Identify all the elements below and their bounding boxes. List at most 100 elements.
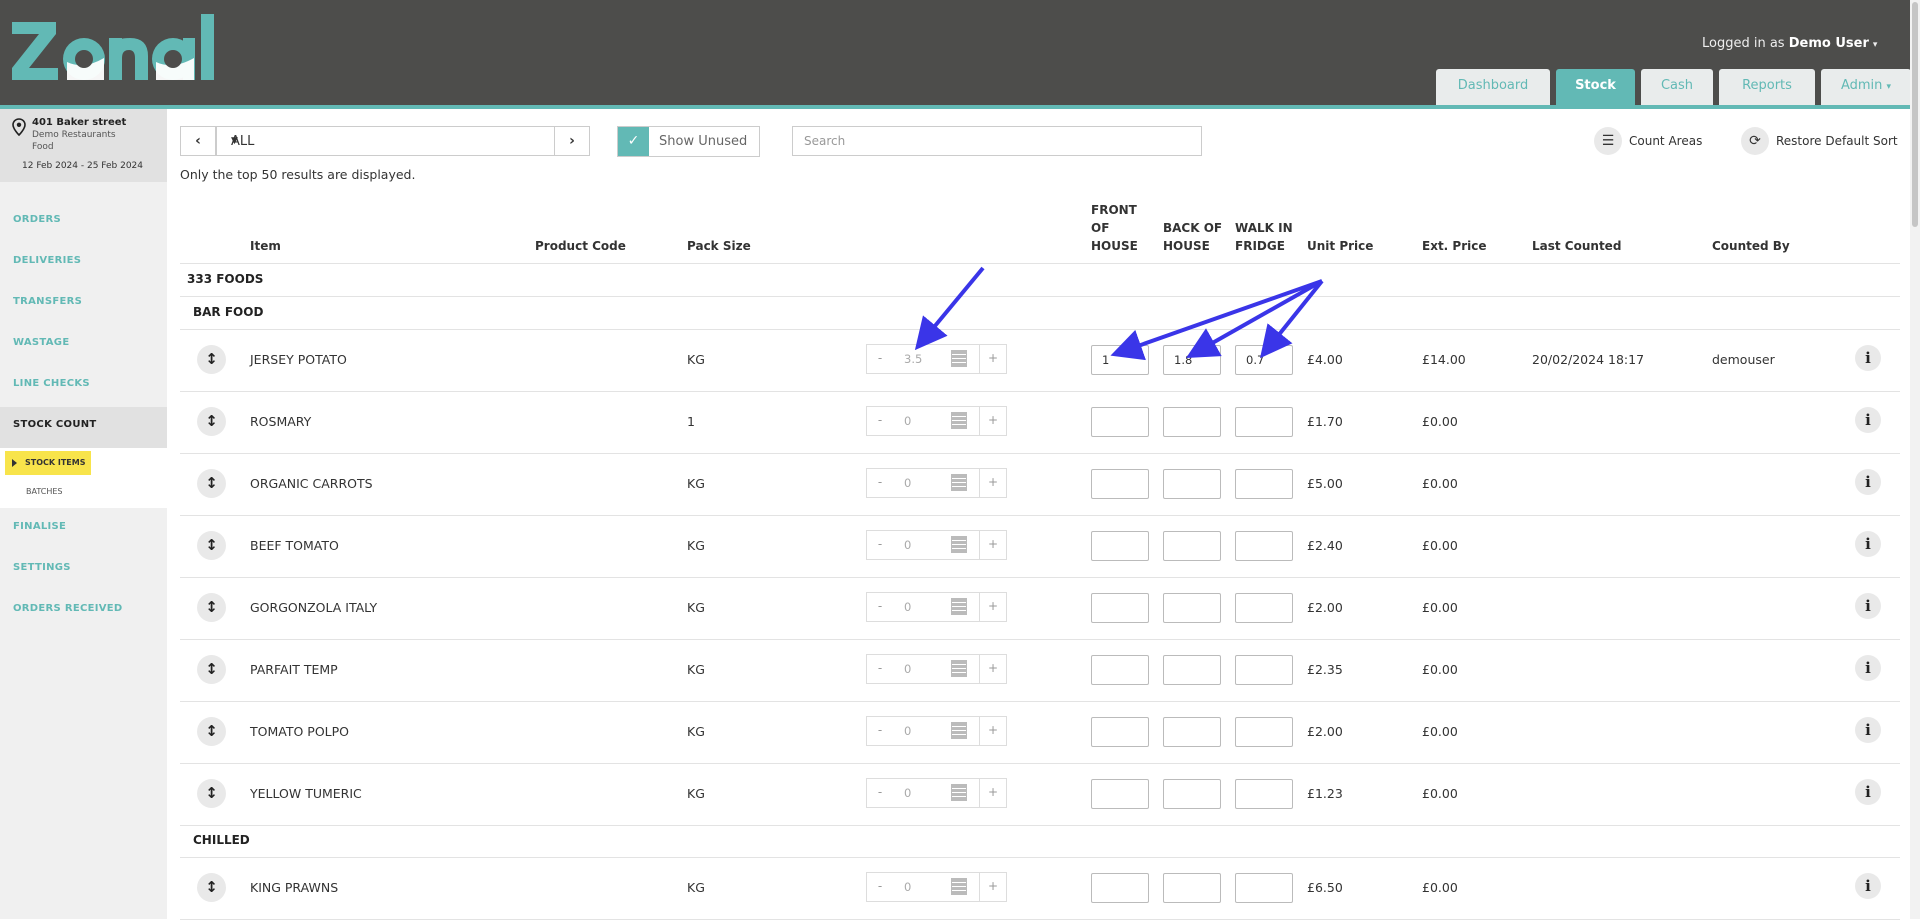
walk-in-fridge-input[interactable]: 0.7 (1235, 345, 1293, 375)
decrement-button[interactable]: - (866, 592, 894, 622)
back-of-house-input[interactable] (1163, 873, 1221, 903)
column-header-ext-price[interactable]: Ext. Price (1422, 237, 1487, 255)
walk-in-fridge-input[interactable] (1235, 779, 1293, 809)
front-of-house-input[interactable] (1091, 873, 1149, 903)
drag-handle[interactable]: ↕ (197, 717, 226, 746)
walk-in-fridge-input[interactable] (1235, 593, 1293, 623)
decrement-button[interactable]: - (866, 530, 894, 560)
back-of-house-input[interactable] (1163, 469, 1221, 499)
location-panel[interactable]: 401 Baker street Demo Restaurants Food 1… (0, 109, 167, 182)
drag-handle[interactable]: ↕ (197, 779, 226, 808)
column-header-product-code[interactable]: Product Code (535, 237, 626, 255)
calculator-icon[interactable] (951, 878, 967, 895)
quantity-stepper[interactable]: -0 + (866, 654, 1007, 684)
column-header-back-of-house[interactable]: BACK OF HOUSE (1163, 219, 1222, 255)
calculator-icon[interactable] (951, 660, 967, 677)
drag-handle[interactable]: ↕ (197, 873, 226, 902)
column-header-front-of-house[interactable]: FRONT OF HOUSE (1091, 201, 1138, 255)
info-button[interactable]: i (1855, 593, 1881, 619)
info-button[interactable]: i (1855, 655, 1881, 681)
quantity-stepper[interactable]: -0 + (866, 872, 1007, 902)
increment-button[interactable]: + (979, 344, 1007, 374)
back-of-house-input[interactable] (1163, 407, 1221, 437)
decrement-button[interactable]: - (866, 778, 894, 808)
info-button[interactable]: i (1855, 779, 1881, 805)
walk-in-fridge-input[interactable] (1235, 469, 1293, 499)
increment-button[interactable]: + (979, 872, 1007, 902)
previous-button[interactable]: ‹ (180, 126, 216, 156)
increment-button[interactable]: + (979, 778, 1007, 808)
calculator-icon[interactable] (951, 474, 967, 491)
info-button[interactable]: i (1855, 407, 1881, 433)
walk-in-fridge-input[interactable] (1235, 873, 1293, 903)
increment-button[interactable]: + (979, 406, 1007, 436)
front-of-house-input[interactable] (1091, 655, 1149, 685)
decrement-button[interactable]: - (866, 406, 894, 436)
back-of-house-input[interactable]: 1.8 (1163, 345, 1221, 375)
back-of-house-input[interactable] (1163, 779, 1221, 809)
increment-button[interactable]: + (979, 592, 1007, 622)
back-of-house-input[interactable] (1163, 717, 1221, 747)
column-header-pack-size[interactable]: Pack Size (687, 237, 751, 255)
info-button[interactable]: i (1855, 531, 1881, 557)
info-button[interactable]: i (1855, 469, 1881, 495)
increment-button[interactable]: + (979, 716, 1007, 746)
front-of-house-input[interactable] (1091, 717, 1149, 747)
walk-in-fridge-input[interactable] (1235, 407, 1293, 437)
decrement-button[interactable]: - (866, 872, 894, 902)
column-header-last-counted[interactable]: Last Counted (1532, 237, 1621, 255)
info-button[interactable]: i (1855, 345, 1881, 371)
sidebar-item-transfers[interactable]: TRANSFERS (13, 296, 82, 307)
search-input[interactable] (792, 126, 1202, 156)
increment-button[interactable]: + (979, 530, 1007, 560)
decrement-button[interactable]: - (866, 654, 894, 684)
show-unused-toggle[interactable]: ✓ Show Unused (617, 126, 760, 157)
back-of-house-input[interactable] (1163, 531, 1221, 561)
column-header-counted-by[interactable]: Counted By (1712, 237, 1790, 255)
next-button[interactable]: › (554, 126, 590, 156)
quantity-stepper[interactable]: -0 + (866, 592, 1007, 622)
calculator-icon[interactable] (951, 598, 967, 615)
back-of-house-input[interactable] (1163, 593, 1221, 623)
walk-in-fridge-input[interactable] (1235, 655, 1293, 685)
tab-dashboard[interactable]: Dashboard (1436, 69, 1550, 105)
tab-admin[interactable]: Admin ▾ (1821, 69, 1911, 105)
column-header-unit-price[interactable]: Unit Price (1307, 237, 1373, 255)
quantity-stepper[interactable]: -3.5 + (866, 344, 1007, 374)
front-of-house-input[interactable] (1091, 779, 1149, 809)
front-of-house-input[interactable] (1091, 593, 1149, 623)
quantity-stepper[interactable]: -0 + (866, 468, 1007, 498)
user-menu[interactable]: Logged in as Demo User ▾ (1702, 36, 1877, 51)
info-button[interactable]: i (1855, 873, 1881, 899)
front-of-house-input[interactable]: 1 (1091, 345, 1149, 375)
quantity-stepper[interactable]: -0 + (866, 778, 1007, 808)
calculator-icon[interactable] (951, 722, 967, 739)
decrement-button[interactable]: - (866, 468, 894, 498)
scrollbar-thumb[interactable] (1912, 2, 1918, 227)
calculator-icon[interactable] (951, 350, 967, 367)
quantity-stepper[interactable]: -0 + (866, 530, 1007, 560)
calculator-icon[interactable] (951, 536, 967, 553)
sidebar-item-orders[interactable]: ORDERS (13, 214, 61, 225)
front-of-house-input[interactable] (1091, 469, 1149, 499)
increment-button[interactable]: + (979, 654, 1007, 684)
decrement-button[interactable]: - (866, 716, 894, 746)
drag-handle[interactable]: ↕ (197, 531, 226, 560)
column-header-walk-in-fridge[interactable]: WALK IN FRIDGE (1235, 219, 1293, 255)
decrement-button[interactable]: - (866, 344, 894, 374)
calculator-icon[interactable] (951, 784, 967, 801)
front-of-house-input[interactable] (1091, 531, 1149, 561)
walk-in-fridge-input[interactable] (1235, 531, 1293, 561)
quantity-stepper[interactable]: -0 + (866, 406, 1007, 436)
zonal-logo[interactable] (12, 14, 217, 84)
sidebar-item-deliveries[interactable]: DELIVERIES (13, 255, 81, 266)
drag-handle[interactable]: ↕ (197, 407, 226, 436)
drag-handle[interactable]: ↕ (197, 469, 226, 498)
increment-button[interactable]: + (979, 468, 1007, 498)
calculator-icon[interactable] (951, 412, 967, 429)
tab-reports[interactable]: Reports (1719, 69, 1815, 105)
info-button[interactable]: i (1855, 717, 1881, 743)
tab-stock[interactable]: Stock (1556, 69, 1635, 105)
walk-in-fridge-input[interactable] (1235, 717, 1293, 747)
filter-select[interactable]: ALL ▼ (216, 126, 555, 156)
